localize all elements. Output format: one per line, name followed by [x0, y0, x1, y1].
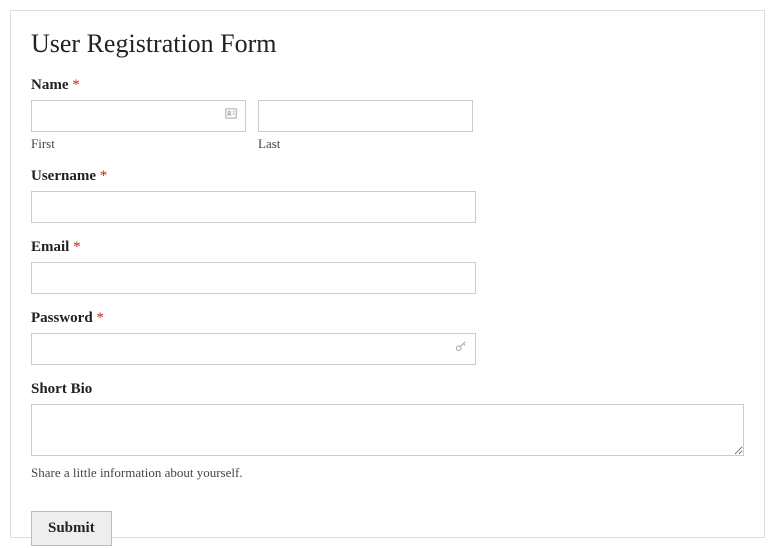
email-input[interactable]	[31, 262, 476, 294]
password-field-group: Password *	[31, 310, 744, 365]
form-title: User Registration Form	[31, 29, 744, 59]
password-input[interactable]	[31, 333, 476, 365]
email-label: Email *	[31, 239, 744, 256]
submit-button[interactable]: Submit	[31, 511, 112, 546]
username-label: Username *	[31, 168, 744, 185]
email-field-group: Email *	[31, 239, 744, 294]
required-marker: *	[96, 310, 104, 326]
last-name-col: Last	[258, 100, 473, 152]
required-marker: *	[72, 77, 80, 93]
password-label: Password *	[31, 310, 744, 327]
name-field-group: Name * First	[31, 77, 744, 152]
bio-field-group: Short Bio Share a little information abo…	[31, 381, 744, 481]
first-name-col: First	[31, 100, 246, 152]
last-name-input[interactable]	[258, 100, 473, 132]
username-label-text: Username	[31, 168, 96, 184]
first-name-input[interactable]	[31, 100, 246, 132]
bio-label: Short Bio	[31, 381, 744, 398]
name-label: Name *	[31, 77, 744, 94]
bio-textarea[interactable]	[31, 404, 744, 456]
name-label-text: Name	[31, 77, 69, 93]
first-name-sublabel: First	[31, 136, 246, 152]
last-name-sublabel: Last	[258, 136, 473, 152]
password-label-text: Password	[31, 310, 93, 326]
email-label-text: Email	[31, 239, 69, 255]
registration-form-container: User Registration Form Name *	[10, 10, 765, 538]
required-marker: *	[73, 239, 81, 255]
bio-helper-text: Share a little information about yoursel…	[31, 465, 744, 481]
required-marker: *	[100, 168, 108, 184]
username-field-group: Username *	[31, 168, 744, 223]
username-input[interactable]	[31, 191, 476, 223]
name-row: First Last	[31, 100, 744, 152]
